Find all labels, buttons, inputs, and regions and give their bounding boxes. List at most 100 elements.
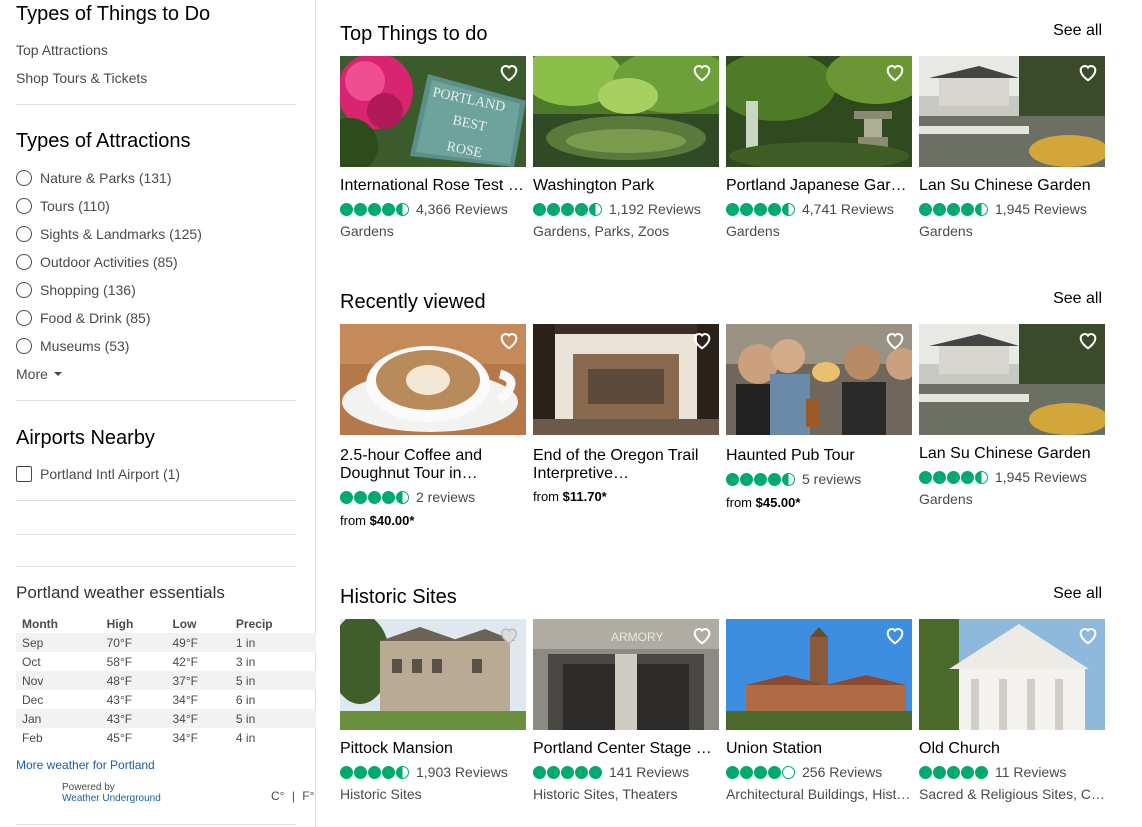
powered-by: Powered by Weather Underground	[62, 782, 161, 804]
attraction-title[interactable]: 2.5-hour Coffee and Doughnut Tour in…	[340, 447, 526, 483]
heart-icon[interactable]	[1077, 624, 1099, 646]
heart-icon[interactable]	[1077, 329, 1099, 351]
attraction-title[interactable]: End of the Oregon Trail Interpretive…	[533, 447, 719, 483]
radio-button[interactable]	[16, 310, 32, 326]
checkbox[interactable]	[16, 466, 32, 482]
rating-bubbles	[919, 765, 989, 779]
review-count[interactable]: 5 reviews	[802, 471, 861, 487]
attraction-title[interactable]: Union Station	[726, 740, 912, 758]
attraction-photo[interactable]	[919, 56, 1105, 167]
heart-icon[interactable]	[884, 329, 906, 351]
cell: 6 in	[235, 692, 256, 707]
attraction-card[interactable]: Lan Su Chinese Garden 1,945 Reviews Gard…	[919, 324, 1105, 507]
attraction-title[interactable]: Pittock Mansion	[340, 740, 526, 758]
attraction-card[interactable]: Washington Park 1,192 Reviews Gardens, P…	[533, 56, 719, 239]
attraction-card[interactable]: Pittock Mansion 1,903 Reviews Historic S…	[340, 619, 526, 802]
attraction-card[interactable]: PORTLAND BEST ROSE International Rose Te…	[340, 56, 526, 239]
attraction-title[interactable]: Washington Park	[533, 177, 719, 195]
cell: 58°F	[106, 654, 133, 669]
heart-icon[interactable]	[1077, 61, 1099, 83]
attraction-card[interactable]: Lan Su Chinese Garden 1,945 Reviews Gard…	[919, 56, 1105, 239]
rating-bubbles	[726, 765, 796, 779]
review-count[interactable]: 1,945 Reviews	[995, 469, 1087, 485]
filter-label: Sights & Landmarks (125)	[40, 226, 202, 242]
rating: 4,366 Reviews	[340, 201, 526, 217]
attraction-title[interactable]: Lan Su Chinese Garden	[919, 445, 1105, 463]
attraction-photo[interactable]	[340, 324, 526, 435]
attraction-photo[interactable]	[533, 324, 719, 435]
attraction-photo[interactable]	[726, 324, 912, 435]
filter-nature-parks[interactable]: Nature & Parks (131)	[16, 168, 172, 188]
attraction-card[interactable]: Portland Japanese Garden 4,741 Reviews G…	[726, 56, 912, 239]
attraction-card[interactable]: 2.5-hour Coffee and Doughnut Tour in… 2 …	[340, 324, 526, 528]
attraction-card[interactable]: Union Station 256 Reviews Architectural …	[726, 619, 912, 802]
attraction-photo[interactable]	[919, 619, 1105, 730]
fahrenheit-toggle[interactable]: F°	[302, 789, 314, 803]
filter-outdoor-activities[interactable]: Outdoor Activities (85)	[16, 252, 178, 272]
heart-icon[interactable]	[498, 329, 520, 351]
review-count[interactable]: 4,366 Reviews	[416, 201, 508, 217]
radio-button[interactable]	[16, 338, 32, 354]
heart-icon[interactable]	[498, 624, 520, 646]
rating: 1,192 Reviews	[533, 201, 719, 217]
cell: 5 in	[229, 671, 316, 690]
heart-icon[interactable]	[884, 61, 906, 83]
see-all-recently-viewed-link[interactable]: See all	[1053, 290, 1102, 308]
rating: 5 reviews	[726, 471, 912, 487]
review-count[interactable]: 1,192 Reviews	[609, 201, 701, 217]
attraction-photo[interactable]	[726, 56, 912, 167]
attraction-photo[interactable]	[726, 619, 912, 730]
heart-icon[interactable]	[691, 329, 713, 351]
filter-tours[interactable]: Tours (110)	[16, 196, 110, 216]
filter-shopping[interactable]: Shopping (136)	[16, 280, 136, 300]
attraction-title[interactable]: International Rose Test Garden	[340, 177, 526, 195]
see-all-top-things-link[interactable]: See all	[1053, 22, 1102, 40]
heart-icon[interactable]	[884, 624, 906, 646]
rating: 1,945 Reviews	[919, 469, 1105, 485]
radio-button[interactable]	[16, 282, 32, 298]
attraction-photo[interactable]: PORTLAND BEST ROSE	[340, 56, 526, 167]
celsius-toggle[interactable]: C°	[271, 789, 284, 803]
radio-button[interactable]	[16, 226, 32, 242]
more-filters-button[interactable]: More	[16, 366, 62, 382]
price: from $45.00*	[726, 495, 912, 510]
review-count[interactable]: 4,741 Reviews	[802, 201, 894, 217]
attraction-title[interactable]: Portland Center Stage at The Armory	[533, 740, 719, 758]
review-count[interactable]: 141 Reviews	[609, 764, 689, 780]
attraction-card[interactable]: Haunted Pub Tour 5 reviews from $45.00*	[726, 324, 912, 510]
cell: 34°F	[172, 730, 198, 745]
review-count[interactable]: 1,903 Reviews	[416, 764, 508, 780]
attraction-photo[interactable]	[340, 619, 526, 730]
radio-button[interactable]	[16, 198, 32, 214]
attraction-title[interactable]: Old Church	[919, 740, 1105, 758]
heart-icon[interactable]	[691, 61, 713, 83]
radio-button[interactable]	[16, 254, 32, 270]
attraction-card[interactable]: End of the Oregon Trail Interpretive… fr…	[533, 324, 719, 504]
attraction-photo[interactable]	[533, 56, 719, 167]
top-attractions-link[interactable]: Top Attractions	[16, 42, 108, 58]
attraction-card[interactable]: Old Church 11 Reviews Sacred & Religious…	[919, 619, 1105, 802]
review-count[interactable]: 2 reviews	[416, 489, 475, 505]
review-count[interactable]: 256 Reviews	[802, 764, 882, 780]
more-weather-link[interactable]: More weather for Portland	[16, 758, 155, 772]
attraction-title[interactable]: Lan Su Chinese Garden	[919, 177, 1105, 195]
filter-museums[interactable]: Museums (53)	[16, 336, 129, 356]
divider	[16, 500, 296, 501]
filter-food-drink[interactable]: Food & Drink (85)	[16, 308, 150, 328]
attraction-title[interactable]: Haunted Pub Tour	[726, 447, 912, 465]
review-count[interactable]: 1,945 Reviews	[995, 201, 1087, 217]
shop-tours-link[interactable]: Shop Tours & Tickets	[16, 70, 147, 86]
attraction-photo[interactable]	[919, 324, 1105, 435]
attraction-card[interactable]: ARMORY Portland Center Stage at The Armo…	[533, 619, 719, 802]
weather-underground-link[interactable]: Weather Underground	[62, 793, 161, 804]
attraction-photo[interactable]: ARMORY	[533, 619, 719, 730]
heart-icon[interactable]	[691, 624, 713, 646]
attraction-title[interactable]: Portland Japanese Garden	[726, 177, 912, 195]
filter-label: Nature & Parks (131)	[40, 170, 172, 186]
see-all-historic-sites-link[interactable]: See all	[1053, 585, 1102, 603]
radio-button[interactable]	[16, 170, 32, 186]
filter-sights-landmarks[interactable]: Sights & Landmarks (125)	[16, 224, 202, 244]
filter-portland-airport[interactable]: Portland Intl Airport (1)	[16, 464, 180, 484]
review-count[interactable]: 11 Reviews	[995, 764, 1066, 780]
heart-icon[interactable]	[498, 61, 520, 83]
